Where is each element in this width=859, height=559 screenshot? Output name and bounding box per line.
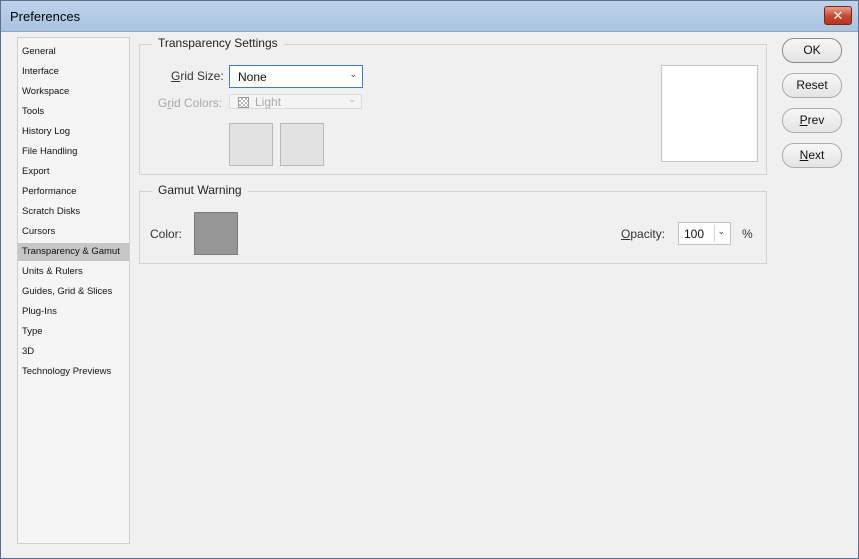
gamut-color-swatch[interactable] — [194, 212, 238, 255]
sidebar-item-export[interactable]: Export — [18, 163, 129, 180]
preferences-window: Preferences ✕ General Interface Workspac… — [0, 0, 859, 559]
sidebar-item-general[interactable]: General — [18, 43, 129, 60]
transparency-settings-group: Transparency Settings Grid Size: None ⌄ … — [139, 36, 767, 175]
gamut-warning-legend: Gamut Warning — [152, 183, 248, 197]
close-button[interactable]: ✕ — [824, 6, 852, 25]
gamut-warning-group: Gamut Warning Color: Opacity: 100 ⌄ % — [139, 183, 767, 264]
grid-color-swatch-1[interactable] — [229, 123, 273, 166]
sidebar-item-scratch-disks[interactable]: Scratch Disks — [18, 203, 129, 220]
grid-colors-dropdown[interactable]: Light ⌄ — [229, 94, 362, 109]
opacity-divider — [714, 225, 715, 242]
prev-button[interactable]: Prev — [782, 108, 842, 133]
chevron-down-icon[interactable]: ⌄ — [717, 226, 725, 237]
title-bar: Preferences ✕ — [1, 1, 858, 32]
gamut-color-label: Color: — [150, 227, 183, 241]
sidebar-item-performance[interactable]: Performance — [18, 183, 129, 200]
sidebar-item-file-handling[interactable]: File Handling — [18, 143, 129, 160]
sidebar-item-units-rulers[interactable]: Units & Rulers — [18, 263, 129, 280]
transparency-preview — [661, 65, 758, 162]
close-icon: ✕ — [832, 8, 844, 23]
opacity-label: Opacity: — [621, 227, 666, 241]
sidebar-item-workspace[interactable]: Workspace — [18, 83, 129, 100]
sidebar-item-cursors[interactable]: Cursors — [18, 223, 129, 240]
grid-colors-value: Light — [255, 95, 282, 109]
sidebar-item-3d[interactable]: 3D — [18, 343, 129, 360]
grid-color-swatch-2[interactable] — [280, 123, 324, 166]
grid-colors-label: Grid Colors: — [158, 96, 223, 110]
opacity-unit: % — [742, 227, 753, 241]
checker-icon — [238, 97, 249, 108]
next-button[interactable]: Next — [782, 143, 842, 168]
grid-size-label: Grid Size: — [171, 69, 224, 83]
chevron-down-icon: ⌄ — [348, 94, 356, 104]
grid-size-value: None — [238, 70, 267, 84]
dialog-body: General Interface Workspace Tools Histor… — [7, 32, 852, 550]
chevron-down-icon: ⌄ — [349, 69, 357, 79]
grid-size-dropdown[interactable]: None ⌄ — [229, 65, 363, 88]
sidebar-item-interface[interactable]: Interface — [18, 63, 129, 80]
category-list[interactable]: General Interface Workspace Tools Histor… — [17, 37, 130, 544]
sidebar-item-type[interactable]: Type — [18, 323, 129, 340]
transparency-settings-legend: Transparency Settings — [152, 36, 284, 50]
sidebar-item-transparency-gamut[interactable]: Transparency & Gamut — [18, 243, 129, 261]
reset-button[interactable]: Reset — [782, 73, 842, 98]
sidebar-item-technology-previews[interactable]: Technology Previews — [18, 363, 129, 380]
sidebar-item-history-log[interactable]: History Log — [18, 123, 129, 140]
sidebar-item-tools[interactable]: Tools — [18, 103, 129, 120]
sidebar-item-plug-ins[interactable]: Plug-Ins — [18, 303, 129, 320]
sidebar-item-guides-grid-slices[interactable]: Guides, Grid & Slices — [18, 283, 129, 300]
ok-button[interactable]: OK — [782, 38, 842, 63]
window-title: Preferences — [10, 9, 81, 24]
opacity-input[interactable]: 100 ⌄ — [678, 222, 731, 245]
opacity-value: 100 — [684, 227, 705, 241]
